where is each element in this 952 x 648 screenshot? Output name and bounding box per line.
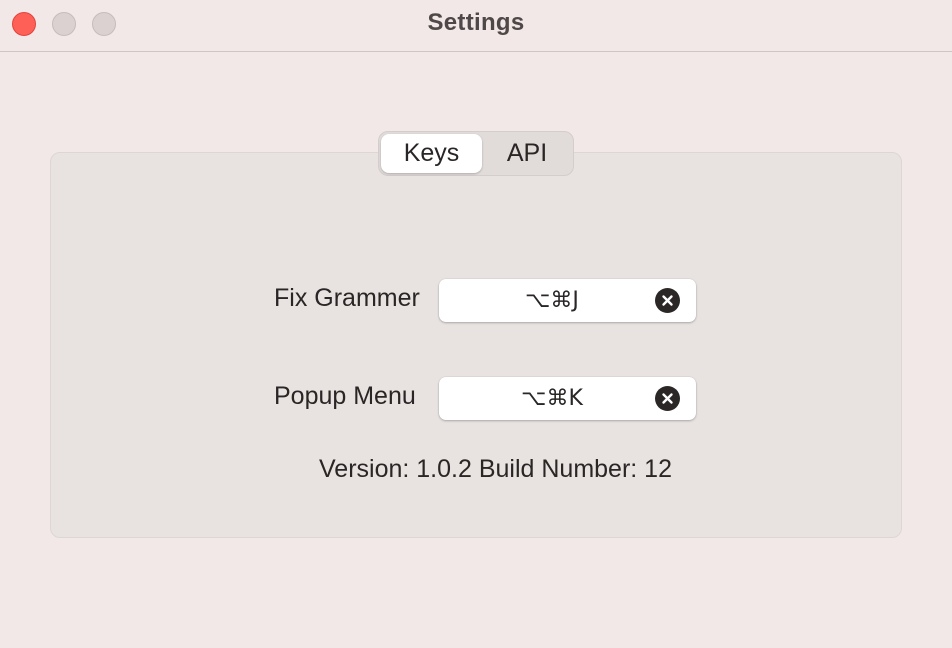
window-title: Settings	[427, 9, 525, 36]
clear-shortcut-icon[interactable]	[655, 288, 680, 313]
tab-bar: Keys API	[378, 131, 574, 176]
tab-api[interactable]: API	[483, 134, 571, 173]
popup-menu-shortcut-field[interactable]: ⌥⌘K	[439, 377, 696, 420]
popup-menu-shortcut-value: ⌥⌘K	[521, 386, 583, 411]
popup-menu-label: Popup Menu	[274, 382, 416, 410]
settings-window: Settings Keys API Fix Grammer ⌥⌘J Popup …	[0, 0, 952, 648]
fix-grammer-label: Fix Grammer	[274, 284, 420, 312]
version-info: Version: 1.0.2 Build Number: 12	[319, 455, 672, 483]
clear-shortcut-icon[interactable]	[655, 386, 680, 411]
fix-grammer-shortcut-field[interactable]: ⌥⌘J	[439, 279, 696, 322]
title-bar: Settings	[0, 0, 952, 52]
tab-keys[interactable]: Keys	[381, 134, 482, 173]
fix-grammer-shortcut-value: ⌥⌘J	[525, 288, 579, 313]
